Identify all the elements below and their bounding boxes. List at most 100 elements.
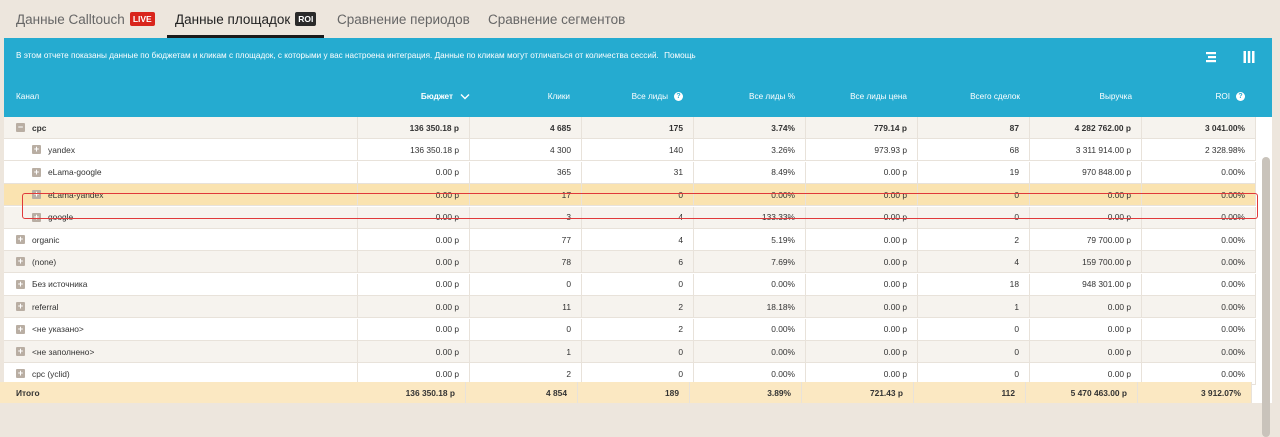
expand-icon[interactable]: + [16,235,25,244]
leads-cell: 4 [582,229,694,250]
expand-icon[interactable]: + [16,369,25,379]
leads-cell: 6 [582,251,694,273]
lead-price-cell: 0.00 р [806,341,918,362]
total-leads-pct: 3.89% [690,382,802,403]
leads-pct-cell: 7.69% [694,251,806,273]
table-row[interactable]: + eLama-yandex 0.00 р 17 0 0.00% 0.00 р 0 0.00 р… [4,184,1256,207]
expand-icon[interactable]: + [16,324,25,334]
lead-price-cell: 0.00 р [806,318,918,340]
col-leads[interactable]: Все лиды ? [582,76,683,117]
table-row[interactable]: + <не заполнено> 0.00 р 1 0 0.00% 0.00 р 0 0.00 … [4,341,1256,363]
expand-icon[interactable]: + [16,302,25,312]
expand-icon[interactable]: + [32,145,41,155]
leads-cell: 0 [582,184,694,206]
col-clicks[interactable]: Клики [474,76,570,117]
budget-cell: 0.00 р [358,206,470,228]
collapse-icon[interactable]: − [16,123,25,132]
revenue-cell: 970 848.00 р [1030,161,1142,183]
clicks-cell: 365 [470,161,582,183]
channel-name: referral [32,301,59,312]
leads-cell: 2 [582,318,694,340]
roi-cell: 0.00% [1142,318,1256,340]
channel-name: <не указано> [32,324,84,335]
col-roi[interactable]: ROI ? [1144,76,1245,117]
col-deals[interactable]: Всего сделок [918,76,1020,117]
table-row[interactable]: + organic 0.00 р 77 4 5.19% 0.00 р 2 79 700.00 р… [4,229,1256,251]
question-icon[interactable]: ? [674,92,683,101]
col-leads-pct[interactable]: Все лиды % [694,76,795,117]
revenue-cell: 79 700.00 р [1030,229,1142,250]
report-panel: В этом отчете показаны данные по бюджета… [4,38,1272,437]
table-row[interactable]: + Без источника 0.00 р 0 0 0.00% 0.00 р 18 948 3… [4,273,1256,296]
deals-cell: 87 [918,117,1030,138]
channel-name: eLama-yandex [48,189,104,200]
clicks-cell: 3 [470,206,582,228]
sort-lines-icon[interactable] [1204,50,1218,64]
leads-cell: 0 [582,341,694,362]
table-row[interactable]: + (none) 0.00 р 78 6 7.69% 0.00 р 4 159 700.00 р… [4,251,1256,274]
channel-name: google [48,212,74,223]
channel-cell: + (none) [16,251,358,273]
tab-calltouch-data[interactable]: Данные Calltouch LIVE [16,0,155,38]
leads-pct-cell: 0.00% [694,184,806,206]
clicks-cell: 0 [470,273,582,295]
leads-pct-cell: 3.74% [694,117,806,138]
table-row[interactable]: + google 0.00 р 3 4 133.33% 0.00 р 0 0.00 р 0.00% [4,206,1256,229]
expand-icon[interactable]: + [16,279,25,289]
table-row[interactable]: + <не указано> 0.00 р 0 2 0.00% 0.00 р 0 0.00 р0… [4,318,1256,341]
lead-price-cell: 779.14 р [806,117,918,138]
clicks-cell: 4 300 [470,139,582,161]
total-lead-price: 721.43 р [802,382,914,403]
revenue-cell: 0.00 р [1030,296,1142,318]
channel-name: cpc (yclid) [32,368,70,379]
expand-icon[interactable]: + [16,347,25,356]
channel-name: organic [32,234,60,245]
col-budget[interactable]: Бюджет [374,76,470,117]
expand-icon[interactable]: + [32,212,41,222]
channel-cell: + yandex [32,139,358,161]
tab-segment-comparison[interactable]: Сравнение сегментов [488,0,625,38]
scrollbar[interactable] [1262,157,1270,437]
table-row[interactable]: + referral 0.00 р 11 2 18.18% 0.00 р 1 0.00 р 0.0… [4,296,1256,319]
columns-icon[interactable] [1242,50,1256,64]
clicks-cell: 1 [470,341,582,362]
channel-name: <не заполнено> [32,346,95,357]
total-label: Итого [16,387,40,398]
leads-pct-cell: 5.19% [694,229,806,250]
revenue-cell: 3 311 914.00 р [1030,139,1142,161]
deals-cell: 4 [918,251,1030,273]
roi-cell: 0.00% [1142,251,1256,273]
budget-cell: 136 350.18 р [358,139,470,161]
expand-icon[interactable]: + [16,257,25,267]
roi-cell: 0.00% [1142,206,1256,228]
col-channel[interactable]: Канал [16,76,39,117]
leads-cell: 2 [582,296,694,318]
tab-period-comparison[interactable]: Сравнение периодов [337,0,470,38]
leads-pct-cell: 0.00% [694,273,806,295]
table-header: Канал Бюджет Клики Все лиды ? Все лиды %… [4,76,1272,117]
table-row[interactable]: + yandex 136 350.18 р4 300 140 3.26% 973.93 р… [4,139,1256,162]
lead-price-cell: 0.00 р [806,251,918,273]
expand-icon[interactable]: + [32,190,41,200]
help-link[interactable]: Помощь [664,51,696,60]
col-revenue[interactable]: Выручка [1030,76,1132,117]
col-lead-price[interactable]: Все лиды цена [806,76,907,117]
leads-cell: 4 [582,206,694,228]
roi-badge: ROI [295,12,317,26]
question-icon[interactable]: ? [1236,92,1245,101]
table-row[interactable]: + eLama-google 0.00 р 365 31 8.49% 0.00 р 19 970… [4,161,1256,184]
tab-platform-data[interactable]: Данные площадок ROI [166,0,325,38]
budget-cell: 0.00 р [358,296,470,318]
leads-cell: 31 [582,161,694,183]
leads-pct-cell: 3.26% [694,139,806,161]
leads-cell: 140 [582,139,694,161]
budget-cell: 0.00 р [358,161,470,183]
lead-price-cell: 0.00 р [806,206,918,228]
leads-pct-cell: 0.00% [694,341,806,362]
revenue-cell: 0.00 р [1030,318,1142,340]
lead-price-cell: 0.00 р [806,229,918,250]
table-row[interactable]: − cpc 136 350.18 р4 685 175 3.74% 779.14 р 87 4… [4,117,1256,139]
expand-icon[interactable]: + [32,167,41,177]
leads-cell: 0 [582,273,694,295]
budget-cell: 0.00 р [358,229,470,250]
